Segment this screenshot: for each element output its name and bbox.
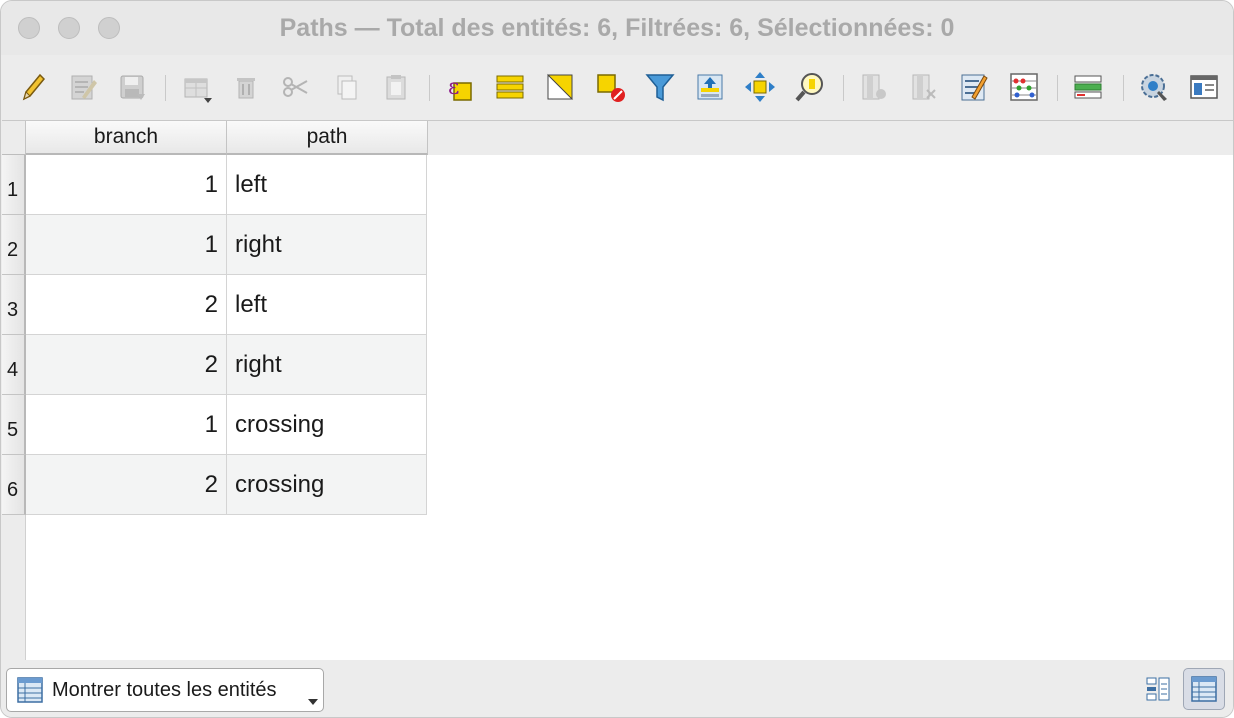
toolbar: ε [1,57,1233,119]
field-calculator-button[interactable] [954,67,994,107]
table-view-icon [1191,676,1217,702]
select-by-expression-button[interactable]: ε [440,67,480,107]
move-to-top-icon [697,74,723,100]
delete-field-button[interactable] [904,67,944,107]
copy-icon [337,75,357,100]
cell-path[interactable]: left [227,155,427,215]
column-header-branch[interactable]: branch [26,121,227,155]
trash-icon [237,78,255,99]
svg-text:ε: ε [448,75,459,100]
invert-selection-button[interactable] [540,67,580,107]
cell-branch[interactable]: 1 [26,215,227,275]
paste-button[interactable] [376,67,416,107]
select-by-expression-icon: ε [448,75,472,101]
paste-icon [386,75,406,100]
multi-edit-icon [71,75,97,100]
new-field-icon [862,74,886,100]
deselect-all-button[interactable] [590,67,630,107]
abacus-icon [1010,73,1038,101]
bottom-bar: Montrer toutes les entités [1,660,1233,717]
zoom-magnifier-icon [795,73,823,102]
organize-columns-button[interactable] [1068,67,1108,107]
cell-path[interactable]: right [227,335,427,395]
toggle-editing-button[interactable] [13,67,53,107]
cell-branch[interactable]: 1 [26,395,227,455]
header-empty-area [426,121,1233,155]
actions-gear-icon [1141,74,1167,101]
invert-selection-icon [547,73,574,100]
table-corner[interactable] [2,121,26,155]
zoom-to-selected-button[interactable] [790,67,830,107]
table-view-icon [16,676,44,704]
new-field-button[interactable] [854,67,894,107]
column-header-path[interactable]: path [227,121,428,155]
title-bar: Paths — Total des entités: 6, Filtrées: … [1,1,1233,55]
organize-columns-icon [1074,75,1102,99]
filter-label: Montrer toutes les entités [52,678,277,701]
delete-feature-button[interactable] [226,67,266,107]
form-view-icon [1146,677,1170,701]
add-feature-icon [184,78,212,103]
filter-icon [645,74,675,102]
actions-button[interactable] [1134,67,1174,107]
pan-to-selected-button[interactable] [740,67,780,107]
row-header[interactable]: 6 [2,455,26,515]
row-header[interactable]: 3 [2,275,26,335]
cell-branch[interactable]: 2 [26,275,227,335]
add-feature-button[interactable] [176,67,216,107]
pan-arrows-icon [745,72,775,102]
save-edits-button[interactable] [112,67,152,107]
window-title: Paths — Total des entités: 6, Filtrées: … [279,14,955,42]
chevron-down-icon [308,699,318,705]
pencil-icon [22,73,46,101]
copy-button[interactable] [326,67,366,107]
dock-window-icon [1190,75,1218,99]
cell-branch[interactable]: 1 [26,155,227,215]
row-header[interactable]: 4 [2,335,26,395]
row-header[interactable]: 1 [2,155,26,215]
cell-path[interactable]: right [227,215,427,275]
dock-table-button[interactable] [1184,67,1224,107]
form-view-button[interactable] [1137,668,1179,710]
deselect-all-icon [597,74,625,102]
scissors-icon [283,77,308,97]
row-header[interactable]: 2 [2,215,26,275]
row-header[interactable]: 5 [2,395,26,455]
cell-path[interactable]: crossing [227,395,427,455]
cut-button[interactable] [276,67,316,107]
select-all-button[interactable] [490,67,530,107]
save-icon [120,75,145,100]
cell-path[interactable]: left [227,275,427,335]
multi-edit-button[interactable] [63,67,103,107]
select-all-icon [496,75,524,99]
delete-field-icon [912,74,936,100]
table-view-button[interactable] [1183,668,1225,710]
filter-button[interactable] [640,67,680,107]
attribute-table-window: Paths — Total des entités: 6, Filtrées: … [0,0,1234,718]
cell-branch[interactable]: 2 [26,335,227,395]
move-selection-to-top-button[interactable] [690,67,730,107]
cell-branch[interactable]: 2 [26,455,227,515]
attribute-table: branch path 1 1 left 2 1 right 3 2 left 4 2 right 5 1… [2,120,1233,661]
field-calculator-icon [961,74,988,101]
cell-path[interactable]: crossing [227,455,427,515]
conditional-formatting-button[interactable] [1004,67,1044,107]
show-features-filter-dropdown[interactable]: Montrer toutes les entités [6,668,324,712]
